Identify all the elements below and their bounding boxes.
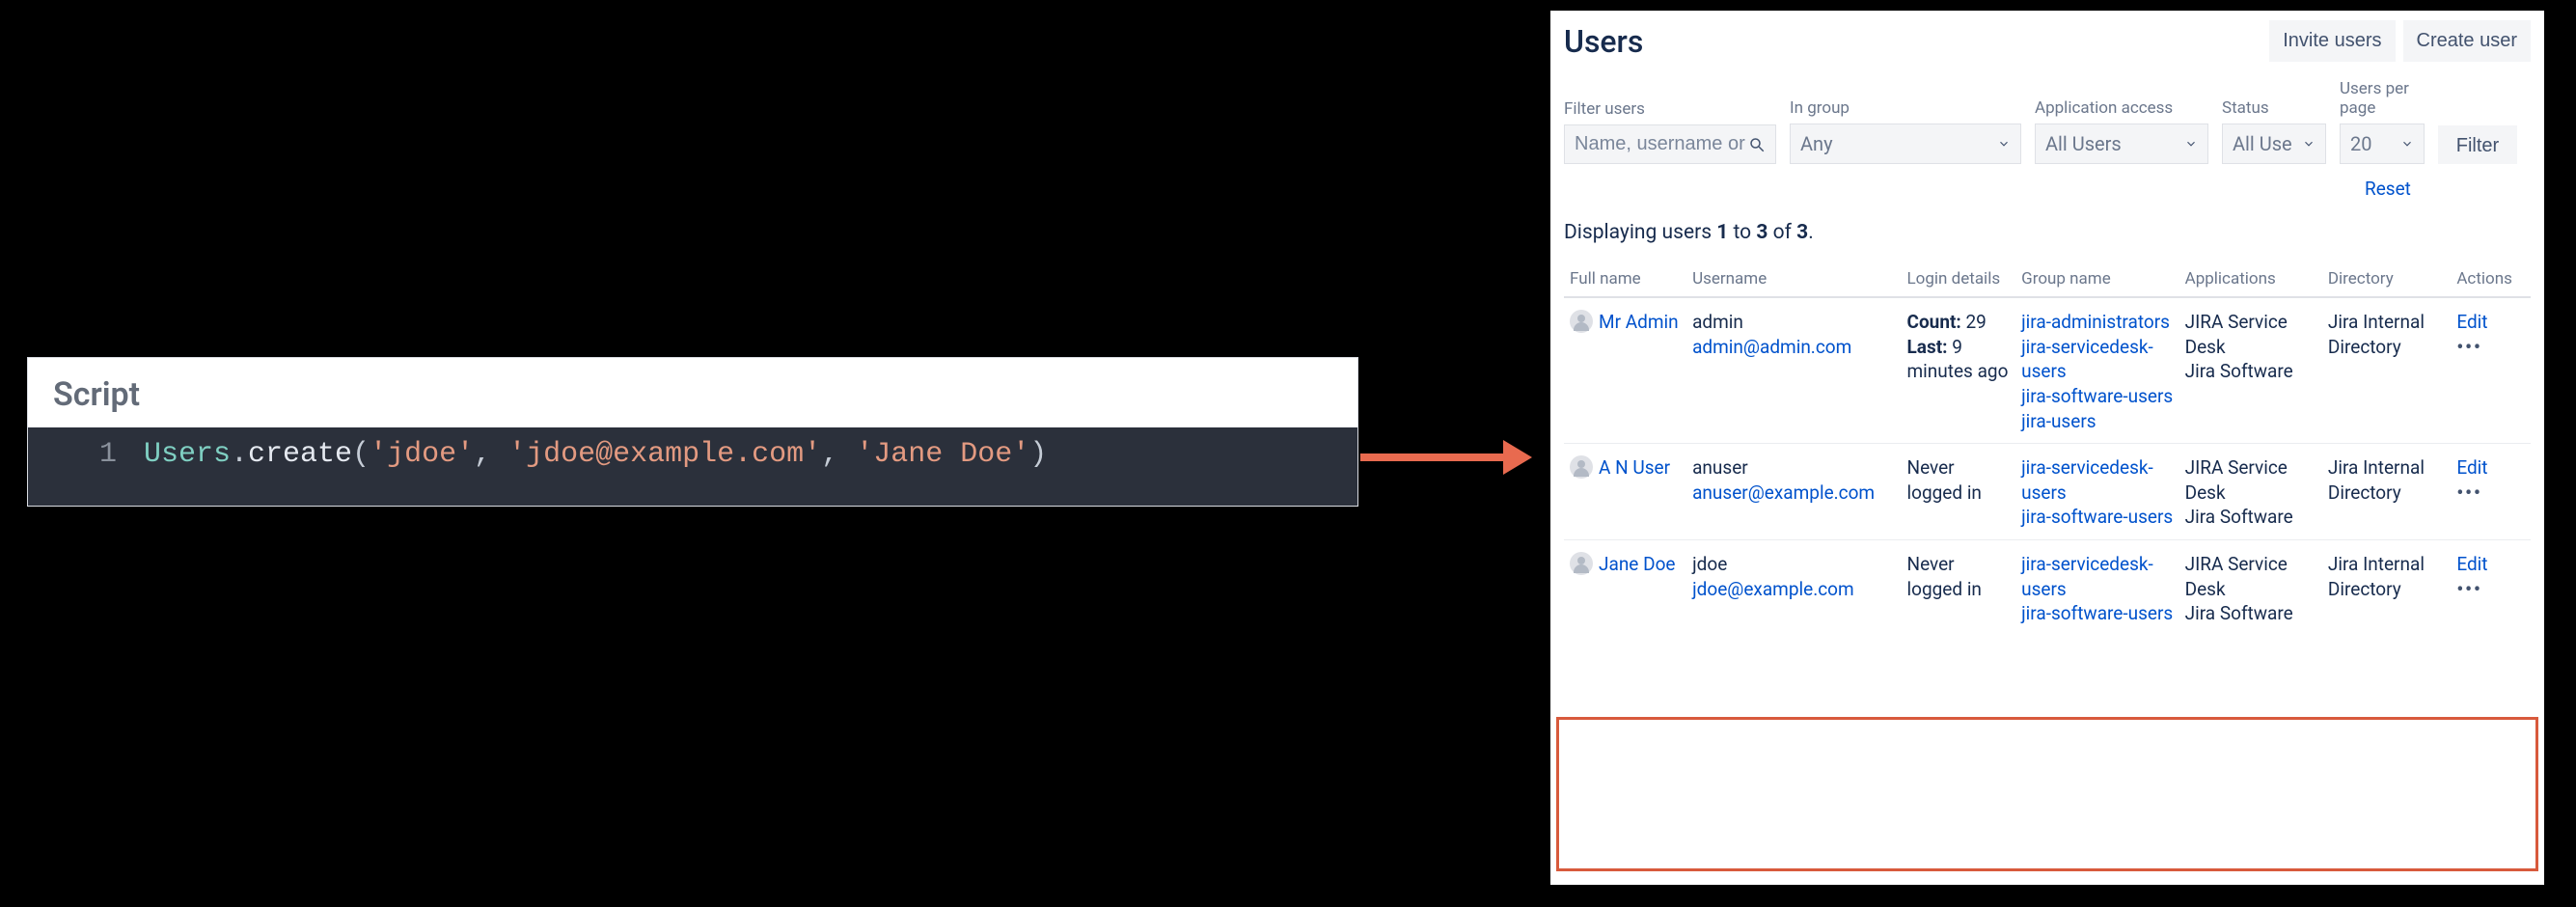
code-line: 1 Users.create('jdoe', 'jdoe@example.com… — [28, 433, 1357, 477]
user-full-name-link[interactable]: Jane Doe — [1599, 552, 1675, 577]
result-count: Displaying users 1 to 3 of 3. — [1564, 221, 2531, 244]
group-link[interactable]: jira-servicedesk-users — [2021, 335, 2173, 384]
directory-cell: Jira Internal Directory — [2322, 444, 2451, 540]
col-apps[interactable]: Applications — [2179, 261, 2322, 297]
highlighted-row-frame — [1556, 717, 2538, 871]
status-select[interactable]: All Use — [2222, 124, 2326, 164]
token-close-paren: ) — [1029, 438, 1047, 471]
directory-cell: Jira Internal Directory — [2322, 540, 2451, 636]
col-group[interactable]: Group name — [2015, 261, 2179, 297]
in-group-label: In group — [1790, 98, 2021, 118]
applications-cell: JIRA Service DeskJira Software — [2179, 297, 2322, 444]
edit-link[interactable]: Edit — [2456, 310, 2525, 335]
token-arg3: 'Jane Doe' — [856, 438, 1029, 471]
code-body[interactable]: 1 Users.create('jdoe', 'jdoe@example.com… — [28, 427, 1357, 506]
search-icon — [1748, 136, 1766, 153]
col-directory[interactable]: Directory — [2322, 261, 2451, 297]
script-editor-title: Script — [28, 358, 1357, 427]
table-row: Mr Admin adminadmin@admin.com Count: 29Las… — [1564, 297, 2531, 444]
filter-button[interactable]: Filter — [2438, 125, 2517, 164]
login-details: Never logged in — [1902, 540, 2016, 636]
users-admin-panel: Users Invite users Create user Filter us… — [1548, 8, 2547, 888]
avatar — [1570, 310, 1593, 333]
app-access-select[interactable]: All Users — [2035, 124, 2208, 164]
username-text: jdoe — [1692, 552, 1895, 577]
token-function: create — [248, 438, 352, 471]
app-access-label: Application access — [2035, 98, 2208, 118]
user-email-link[interactable]: jdoe@example.com — [1692, 578, 1854, 600]
script-editor-card: Script 1 Users.create('jdoe', 'jdoe@exam… — [27, 357, 1358, 507]
chevron-down-icon — [2400, 137, 2414, 151]
username-text: admin — [1692, 310, 1895, 335]
user-email-link[interactable]: anuser@example.com — [1692, 481, 1875, 504]
token-arg1: 'jdoe' — [370, 438, 474, 471]
edit-link[interactable]: Edit — [2456, 552, 2525, 577]
table-row: A N User anuseranuser@example.com Never lo… — [1564, 444, 2531, 540]
more-actions-icon[interactable]: ••• — [2456, 335, 2525, 360]
token-comma: , — [821, 438, 856, 471]
reset-link[interactable]: Reset — [2365, 178, 2411, 200]
create-user-button[interactable]: Create user — [2403, 20, 2532, 62]
token-dot: . — [231, 438, 248, 471]
applications-cell: JIRA Service DeskJira Software — [2179, 444, 2322, 540]
avatar — [1570, 455, 1593, 479]
arrow-icon — [1360, 434, 1544, 482]
group-link[interactable]: jira-servicedesk-users — [2021, 552, 2173, 601]
line-number: 1 — [28, 433, 144, 477]
col-username[interactable]: Username — [1686, 261, 1901, 297]
group-link[interactable]: jira-administrators — [2021, 310, 2173, 335]
token-object: Users — [144, 438, 231, 471]
token-open-paren: ( — [352, 438, 370, 471]
per-page-label: Users per page — [2340, 79, 2425, 118]
per-page-select[interactable]: 20 — [2340, 124, 2425, 164]
invite-users-button[interactable]: Invite users — [2269, 20, 2395, 62]
user-email-link[interactable]: admin@admin.com — [1692, 336, 1851, 358]
group-link[interactable]: jira-users — [2021, 409, 2173, 434]
col-full-name[interactable]: Full name — [1564, 261, 1686, 297]
col-actions[interactable]: Actions — [2451, 261, 2531, 297]
chevron-down-icon — [1997, 137, 2011, 151]
users-table: Full name Username Login details Group n… — [1564, 261, 2531, 636]
edit-link[interactable]: Edit — [2456, 455, 2525, 481]
filter-bar: Filter users In group Any Application ac… — [1564, 79, 2531, 164]
avatar — [1570, 552, 1593, 575]
filter-users-input[interactable] — [1575, 133, 1748, 155]
app-access-value: All Users — [2045, 132, 2122, 155]
user-full-name-link[interactable]: A N User — [1599, 455, 1670, 481]
col-login[interactable]: Login details — [1902, 261, 2016, 297]
group-link[interactable]: jira-software-users — [2021, 384, 2173, 409]
table-row: Jane Doe jdoejdoe@example.com Never logged… — [1564, 540, 2531, 636]
page-title: Users — [1564, 23, 1643, 60]
chevron-down-icon — [2184, 137, 2198, 151]
panel-header: Users Invite users Create user — [1564, 20, 2531, 62]
user-full-name-link[interactable]: Mr Admin — [1599, 310, 1679, 335]
token-comma: , — [474, 438, 508, 471]
login-details: Never logged in — [1902, 444, 2016, 540]
status-value: All Use — [2233, 132, 2292, 155]
more-actions-icon[interactable]: ••• — [2456, 577, 2525, 602]
group-link[interactable]: jira-servicedesk-users — [2021, 455, 2173, 505]
directory-cell: Jira Internal Directory — [2322, 297, 2451, 444]
in-group-select[interactable]: Any — [1790, 124, 2021, 164]
filter-users-label: Filter users — [1564, 99, 1776, 119]
username-text: anuser — [1692, 455, 1895, 481]
filter-users-input-wrap[interactable] — [1564, 124, 1776, 164]
group-link[interactable]: jira-software-users — [2021, 505, 2173, 530]
token-arg2: 'jdoe@example.com' — [508, 438, 821, 471]
code-text: Users.create('jdoe', 'jdoe@example.com',… — [144, 433, 1357, 477]
applications-cell: JIRA Service DeskJira Software — [2179, 540, 2322, 636]
more-actions-icon[interactable]: ••• — [2456, 481, 2525, 506]
chevron-down-icon — [2302, 137, 2316, 151]
per-page-value: 20 — [2350, 132, 2371, 155]
group-link[interactable]: jira-software-users — [2021, 601, 2173, 626]
in-group-value: Any — [1800, 132, 1833, 155]
login-details: Count: 29Last: 9 minutes ago — [1902, 297, 2016, 444]
status-label: Status — [2222, 98, 2326, 118]
